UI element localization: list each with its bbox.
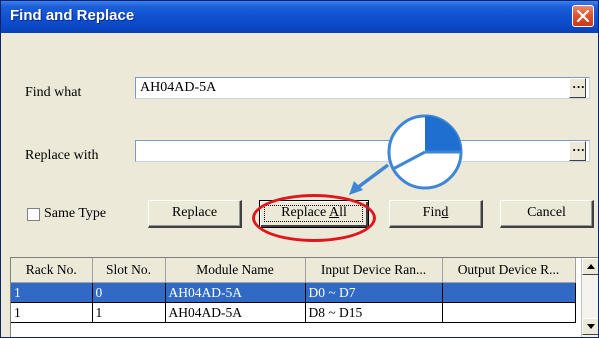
click-callout xyxy=(349,114,463,195)
find-replace-dialog: Find and Replace Find what AH04AD-5A ···… xyxy=(0,0,599,338)
mouse-click-icon xyxy=(387,114,463,190)
pointer-arrow-icon xyxy=(349,163,390,195)
